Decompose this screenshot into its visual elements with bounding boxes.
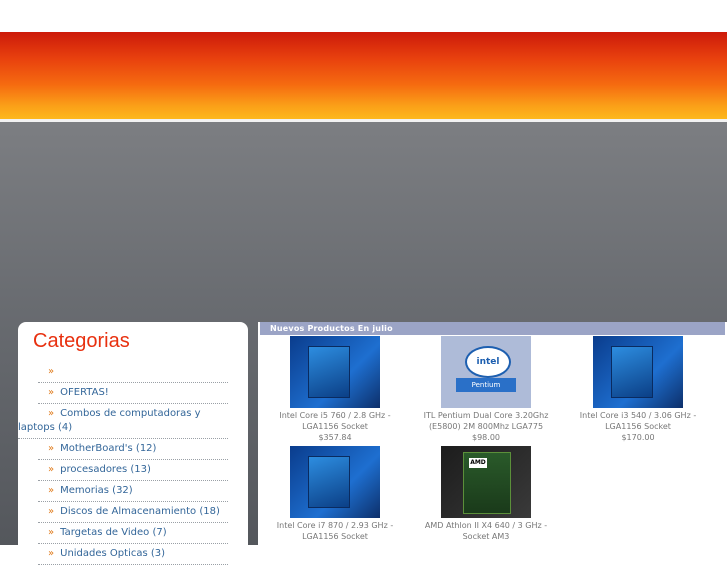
category-item-unidades-opticas[interactable]: » Unidades Opticas (3) — [38, 544, 228, 565]
new-products-panel: Nuevos Productos En julio Intel Core i5 … — [258, 322, 727, 545]
product-name[interactable]: ITL Pentium Dual Core 3.20Ghz (E5800) 2M… — [424, 411, 549, 431]
bullet-icon: » — [48, 443, 55, 454]
category-label: MotherBoard's (12) — [60, 443, 157, 454]
product-price: $357.84 — [318, 433, 352, 442]
bullet-icon: » — [48, 548, 55, 559]
products-header: Nuevos Productos En julio — [260, 322, 725, 335]
product-name[interactable]: Intel Core i5 760 / 2.8 GHz - LGA1156 So… — [279, 411, 390, 431]
bullet-icon: » — [48, 366, 55, 377]
category-label: OFERTAS! — [60, 387, 109, 398]
categories-sidebar: Categorias » » OFERTAS! » Combos de comput… — [18, 322, 248, 565]
category-label: Combos de computadoras y laptops (4) — [18, 408, 201, 433]
product-image[interactable] — [593, 336, 683, 408]
bullet-icon: » — [48, 408, 55, 419]
category-label: procesadores (13) — [60, 464, 151, 475]
category-label: Targetas de Video (7) — [60, 527, 167, 538]
category-list: » » OFERTAS! » Combos de computadoras y la… — [18, 362, 228, 565]
product-name[interactable]: Intel Core i3 540 / 3.06 GHz - LGA1156 S… — [580, 411, 696, 431]
category-item-ofertas[interactable]: » OFERTAS! — [38, 383, 228, 404]
intel-logo-icon: intel — [465, 346, 511, 378]
header-banner — [0, 32, 727, 119]
bullet-icon: » — [48, 527, 55, 538]
category-label: Discos de Almacenamiento (18) — [60, 506, 220, 517]
category-item-memorias[interactable]: » Memorias (32) — [38, 481, 228, 502]
product-image[interactable]: intel Pentium — [441, 336, 531, 408]
pentium-box-label: Pentium — [456, 378, 516, 392]
product-price: $170.00 — [621, 433, 655, 442]
top-bar — [0, 0, 727, 32]
sidebar-title: Categorias — [33, 330, 130, 352]
product-image[interactable] — [290, 446, 380, 518]
bullet-icon: » — [48, 387, 55, 398]
product-card[interactable]: intel Pentium ITL Pentium Dual Core 3.20… — [411, 336, 561, 443]
product-card[interactable]: Intel Core i7 870 / 2.93 GHz - LGA1156 S… — [260, 446, 410, 542]
amd-logo-icon: AMD — [469, 458, 487, 468]
category-label: Unidades Opticas (3) — [60, 548, 166, 559]
category-item-combos[interactable]: » Combos de computadoras y laptops (4) — [18, 404, 228, 439]
category-label: Memorias (32) — [60, 485, 133, 496]
category-item-procesadores[interactable]: » procesadores (13) — [38, 460, 228, 481]
bullet-icon: » — [48, 506, 55, 517]
category-item-motherboards[interactable]: » MotherBoard's (12) — [38, 439, 228, 460]
product-card[interactable]: Intel Core i3 540 / 3.06 GHz - LGA1156 S… — [563, 336, 713, 443]
category-item-empty[interactable]: » — [38, 362, 228, 383]
product-name[interactable]: Intel Core i7 870 / 2.93 GHz - LGA1156 S… — [277, 521, 393, 541]
bullet-icon: » — [48, 464, 55, 475]
category-item-targetas-video[interactable]: » Targetas de Video (7) — [38, 523, 228, 544]
bullet-icon: » — [48, 485, 55, 496]
product-image[interactable] — [290, 336, 380, 408]
category-item-discos[interactable]: » Discos de Almacenamiento (18) — [38, 502, 228, 523]
product-card[interactable]: AMD AMD Athlon II X4 640 / 3 GHz - Socke… — [411, 446, 561, 542]
product-price: $98.00 — [472, 433, 500, 442]
product-card[interactable]: Intel Core i5 760 / 2.8 GHz - LGA1156 So… — [260, 336, 410, 443]
product-image[interactable]: AMD — [441, 446, 531, 518]
product-name[interactable]: AMD Athlon II X4 640 / 3 GHz - Socket AM… — [425, 521, 547, 541]
